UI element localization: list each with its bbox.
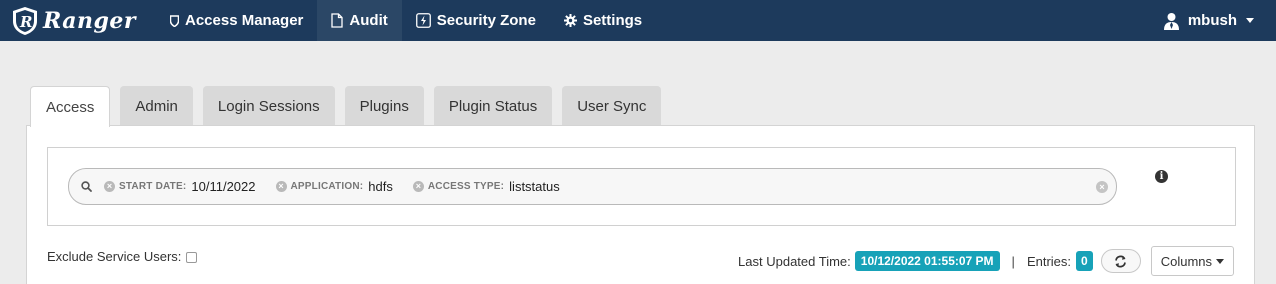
- exclude-service-users: Exclude Service Users:: [47, 249, 198, 264]
- nav-settings[interactable]: Settings: [550, 0, 656, 41]
- tab-access[interactable]: Access: [30, 86, 111, 127]
- tab-admin[interactable]: Admin: [120, 86, 193, 126]
- audit-tabs: Access Admin Login Sessions Plugins Plug…: [30, 86, 671, 127]
- shield-icon: [170, 14, 179, 27]
- chevron-down-icon: [1216, 258, 1224, 264]
- nav-security-zone-label: Security Zone: [436, 12, 536, 29]
- facet-value[interactable]: 10/11/2022: [191, 179, 255, 194]
- nav-security-zone[interactable]: Security Zone: [402, 0, 550, 41]
- nav-settings-label: Settings: [582, 12, 643, 29]
- tab-plugins[interactable]: Plugins: [344, 86, 424, 126]
- tab-user-sync[interactable]: User Sync: [562, 86, 662, 126]
- clear-search-icon[interactable]: ×: [1096, 181, 1108, 193]
- chevron-down-icon: [1246, 18, 1254, 23]
- remove-facet-icon[interactable]: ×: [104, 181, 115, 192]
- info-icon[interactable]: i: [1155, 170, 1168, 183]
- lightning-icon: [415, 13, 431, 28]
- nav-access-manager-label: Access Manager: [185, 12, 304, 29]
- search-facet-start-date[interactable]: × START DATE: 10/11/2022: [104, 179, 256, 194]
- nav-audit[interactable]: Audit: [317, 0, 402, 41]
- tab-panel: × START DATE: 10/11/2022 × APPLICATION: …: [26, 125, 1255, 284]
- search-container: × START DATE: 10/11/2022 × APPLICATION: …: [47, 147, 1236, 226]
- entries-label: Entries:: [1026, 253, 1072, 269]
- brand[interactable]: R Ranger: [0, 0, 156, 41]
- last-updated-badge: 10/12/2022 01:55:07 PM: [854, 251, 1000, 271]
- audit-controls: Last Updated Time: 10/12/2022 01:55:07 P…: [738, 246, 1234, 276]
- ranger-logo-icon: R: [10, 6, 40, 36]
- gear-icon: [563, 14, 577, 27]
- top-navbar: R Ranger Access Manager Audit Security Z…: [0, 0, 1276, 41]
- separator: |: [1011, 253, 1015, 269]
- columns-label: Columns: [1160, 253, 1212, 269]
- remove-facet-icon[interactable]: ×: [412, 181, 424, 192]
- facet-value[interactable]: liststatus: [509, 179, 560, 194]
- entries-count-badge: 0: [1076, 251, 1093, 271]
- search-facet-application[interactable]: × APPLICATION: hdfs: [275, 179, 393, 194]
- exclude-service-users-label: Exclude Service Users:: [47, 249, 182, 264]
- username: mbush: [1187, 12, 1237, 29]
- file-icon: [331, 13, 344, 28]
- nav-audit-label: Audit: [349, 12, 388, 29]
- refresh-icon: [1115, 255, 1127, 267]
- remove-facet-icon[interactable]: ×: [275, 181, 287, 192]
- visual-search-input[interactable]: × START DATE: 10/11/2022 × APPLICATION: …: [68, 168, 1117, 205]
- svg-text:R: R: [19, 13, 32, 31]
- brand-name: Ranger: [43, 7, 137, 34]
- facet-category: ACCESS TYPE:: [427, 181, 505, 192]
- user-menu[interactable]: mbush: [1163, 0, 1254, 41]
- tab-plugin-status[interactable]: Plugin Status: [433, 86, 553, 126]
- exclude-service-users-checkbox[interactable]: [186, 252, 198, 263]
- tab-login-sessions[interactable]: Login Sessions: [202, 86, 335, 126]
- facet-category: START DATE:: [119, 181, 187, 192]
- facet-category: APPLICATION:: [290, 181, 364, 192]
- search-facet-access-type[interactable]: × ACCESS TYPE: liststatus: [412, 179, 560, 194]
- refresh-button[interactable]: [1100, 249, 1141, 273]
- columns-button[interactable]: Columns: [1150, 246, 1234, 276]
- nav-access-manager[interactable]: Access Manager: [156, 0, 317, 41]
- user-icon: [1163, 12, 1180, 30]
- facet-value[interactable]: hdfs: [368, 179, 393, 194]
- last-updated-label: Last Updated Time:: [738, 253, 851, 269]
- search-icon: [81, 181, 92, 192]
